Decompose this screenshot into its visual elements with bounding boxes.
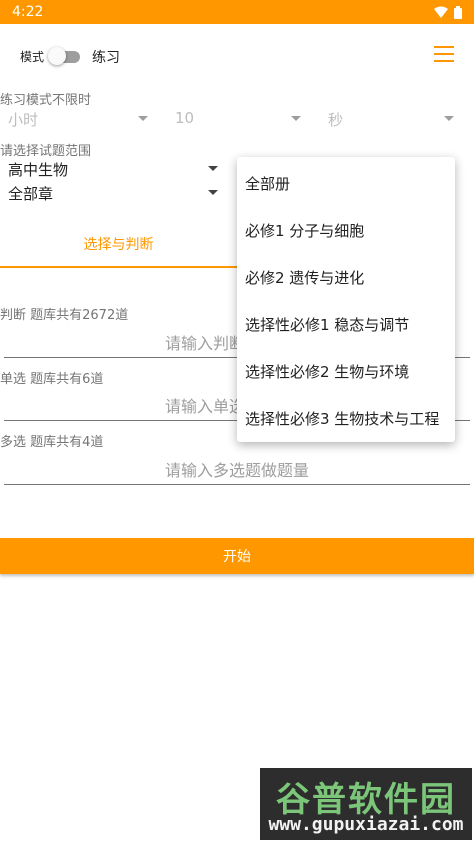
dropdown-item-bixiu1[interactable]: 必修1 分子与细胞	[245, 220, 364, 241]
watermark-url: www.gupuxiazai.com	[268, 814, 464, 835]
start-button[interactable]: 开始	[0, 538, 474, 574]
judge-count-label: 判断 题库共有2672道	[0, 308, 129, 323]
top-bar: 模式 练习	[0, 24, 474, 86]
toggle-thumb	[48, 47, 66, 65]
hour-spinner[interactable]: 小时	[8, 109, 38, 130]
mode-label: 模式	[20, 50, 45, 64]
watermark-logo: 谷普软件园 www.gupuxiazai.com	[260, 768, 472, 840]
tab-choice-judge[interactable]: 选择与判断	[0, 222, 237, 268]
battery-icon	[454, 5, 462, 19]
dropdown-item-xuanze3[interactable]: 选择性必修3 生物技术与工程	[245, 408, 439, 429]
subject-dropdown-arrow-icon[interactable]	[208, 166, 218, 171]
chapter-spinner[interactable]: 全部章	[8, 183, 53, 204]
dropdown-item-all[interactable]: 全部册	[245, 173, 290, 194]
subject-spinner[interactable]: 高中生物	[8, 159, 68, 180]
wifi-icon	[434, 6, 448, 18]
tab-label: 选择与判断	[83, 237, 154, 253]
mode-toggle[interactable]	[48, 47, 80, 65]
second-dropdown-arrow-icon[interactable]	[444, 116, 454, 121]
hamburger-menu-icon[interactable]	[434, 46, 454, 62]
status-time: 4:22	[12, 4, 44, 20]
time-limit-label: 练习模式不限时	[0, 93, 92, 108]
chapter-dropdown-menu: 全部册 必修1 分子与细胞 必修2 遗传与进化 选择性必修1 稳态与调节 选择性…	[237, 157, 455, 442]
dropdown-item-xuanze2[interactable]: 选择性必修2 生物与环境	[245, 361, 409, 382]
dropdown-item-xuanze1[interactable]: 选择性必修1 稳态与调节	[245, 314, 409, 335]
practice-label: 练习	[92, 50, 120, 66]
dropdown-item-bixiu2[interactable]: 必修2 遗传与进化	[245, 267, 364, 288]
status-bar: 4:22	[0, 0, 474, 24]
minute-spinner[interactable]: 10	[175, 109, 194, 127]
multi-count-label: 多选 题库共有4道	[0, 435, 104, 450]
minute-dropdown-arrow-icon[interactable]	[291, 116, 301, 121]
status-icons	[434, 5, 462, 19]
single-count-label: 单选 题库共有6道	[0, 372, 104, 387]
second-spinner[interactable]: 秒	[328, 109, 343, 130]
multi-count-input[interactable]	[4, 457, 470, 485]
chapter-dropdown-arrow-icon[interactable]	[208, 190, 218, 195]
scope-label: 请选择试题范围	[0, 144, 92, 159]
start-button-label: 开始	[223, 549, 251, 565]
hour-dropdown-arrow-icon[interactable]	[138, 116, 148, 121]
